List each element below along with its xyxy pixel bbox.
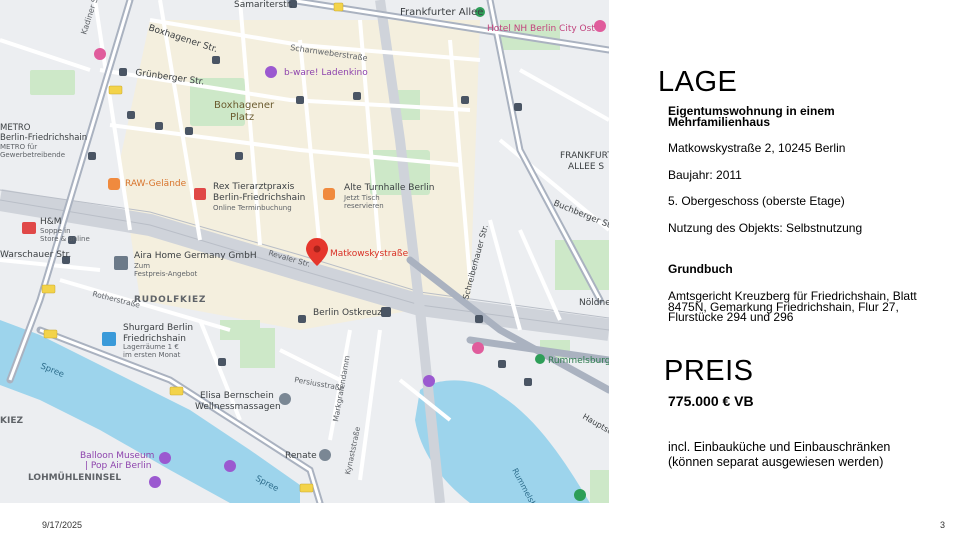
label-frankfurter-allee: Frankfurter Allee (400, 7, 483, 18)
label-aira-3: Festpreis-Angebot (134, 270, 197, 278)
nutzung: Nutzung des Objekts: Selbstnutzung (668, 221, 863, 235)
label-frankfurter-s-2: ALLEE S (568, 162, 604, 172)
label-turnhalle-1: Alte Turnhalle Berlin (344, 183, 434, 193)
property-type-line2: Mehrfamilienhaus (668, 115, 771, 129)
label-elisa-1: Elisa Bernschein (200, 391, 274, 401)
address: Matkowskystraße 2, 10245 Berlin (668, 141, 846, 155)
label-lohmuehle: LOHMÜHLENINSEL (28, 472, 121, 483)
label-rudolfkiez: RUDOLFKIEZ (134, 295, 206, 305)
map-canvas[interactable]: Samariterstr. Frankfurter Allee Hotel NH… (0, 0, 609, 503)
label-shurgard-4: im ersten Monat (123, 351, 181, 359)
label-shurgard-1: Shurgard Berlin (123, 323, 193, 333)
label-rex-3: Online Terminbuchung (213, 204, 292, 212)
grundbuch-heading: Grundbuch (668, 262, 733, 276)
label-metro-1: METRO (0, 123, 31, 133)
label-metro-3: METRO für (0, 143, 37, 151)
label-balloon-1: Balloon Museum (80, 451, 154, 461)
label-metro-2: Berlin-Friedrichshain (0, 133, 87, 143)
location-map[interactable]: Samariterstr. Frankfurter Allee Hotel NH… (0, 0, 609, 503)
label-hm-1: H&M (40, 217, 62, 227)
label-renate: Renate (285, 451, 317, 461)
label-turnhalle-2: Jetzt Tisch (343, 194, 380, 202)
label-aira-2: Zum (134, 262, 150, 270)
label-balloon-2: | Pop Air Berlin (85, 461, 151, 471)
label-rex-1: Rex Tierarztpraxis (213, 182, 295, 192)
label-turnhalle-3: reservieren (344, 202, 384, 210)
label-frankfurter-s-1: FRANKFURT (560, 151, 609, 161)
page-number: 3 (940, 520, 946, 530)
price-note-line1: incl. Einbauküche und Einbauschränken (668, 440, 891, 454)
label-elisa-2: Wellnessmassagen (195, 402, 281, 412)
label-ostkreuz: Berlin Ostkreuz (313, 308, 382, 318)
label-bware: b-ware! Ladenkino (284, 68, 368, 78)
label-matkowsky: Matkowskystraße (330, 249, 409, 259)
label-rex-2: Berlin-Friedrichshain (213, 193, 305, 203)
label-raw: RAW-Gelände (125, 179, 187, 189)
label-hm-3: Store & online (40, 235, 90, 243)
label-noeldner: Nöldner (579, 298, 609, 308)
label-boxhagener-platz-1: Boxhagener (214, 100, 275, 111)
label-hotel: Hotel NH Berlin City Ost (487, 24, 595, 34)
label-metro-4: Gewerbetreibende (0, 151, 65, 159)
price-amount: 775.000 € VB (668, 393, 754, 409)
lage-heading: LAGE (658, 66, 738, 98)
label-samariterstr: Samariterstr. (234, 0, 292, 10)
grundbuch-line3: Flurstücke 294 und 296 (668, 310, 794, 324)
label-shurgard-3: Lagerräume 1 € (123, 343, 179, 351)
label-aira-1: Aira Home Germany GmbH (134, 251, 257, 261)
baujahr: Baujahr: 2011 (668, 168, 742, 182)
label-warschauer: Warschauer Str. (0, 250, 71, 260)
price-note-line2: (können separat ausgewiesen werden) (668, 455, 884, 469)
label-boxhagener-platz-2: Platz (230, 112, 254, 123)
footer-date: 9/17/2025 (42, 520, 83, 530)
label-kiez: KIEZ (0, 416, 23, 426)
label-hm-2: Soppe in (40, 227, 71, 235)
preis-heading: PREIS (664, 355, 754, 387)
label-rummelsburg: Rummelsburg (548, 356, 609, 366)
etage: 5. Obergeschoss (oberste Etage) (668, 194, 845, 208)
